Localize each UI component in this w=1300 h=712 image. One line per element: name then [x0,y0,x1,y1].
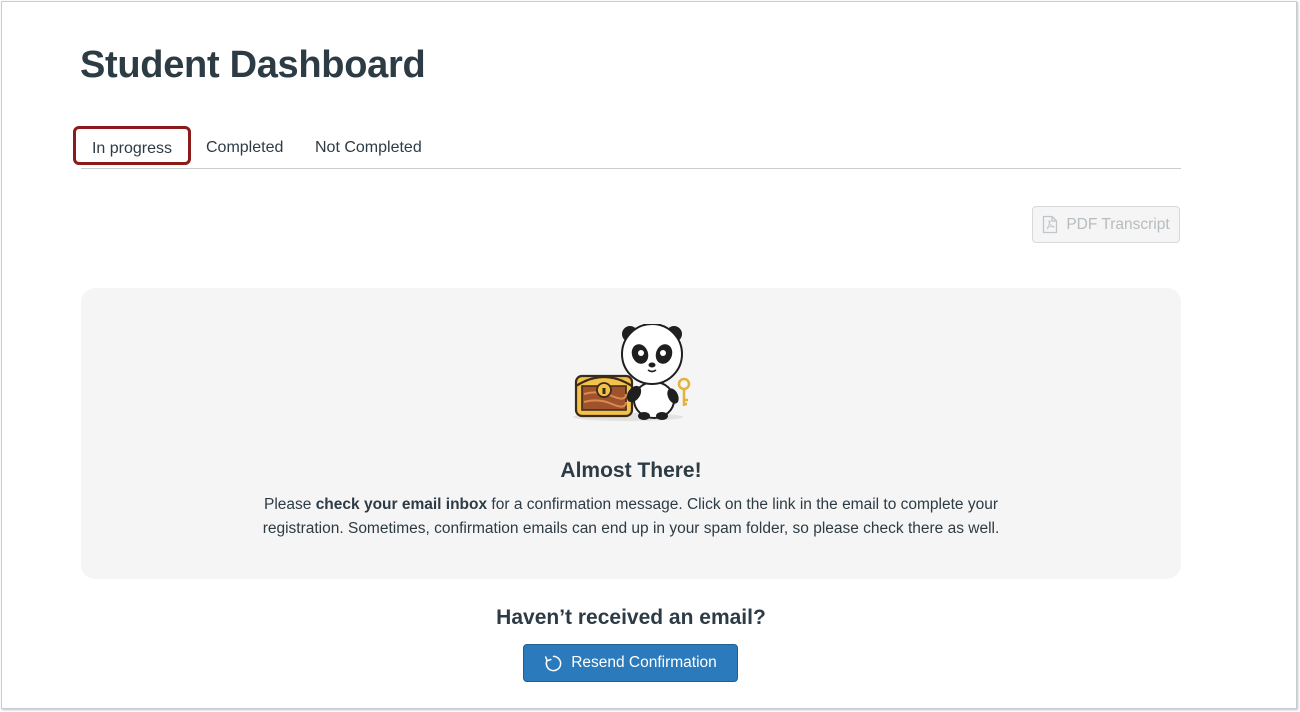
pdf-transcript-label: PDF Transcript [1066,215,1170,233]
tab-in-progress[interactable]: In progress [73,126,191,165]
confirmation-card: Almost There! Please check your email in… [81,288,1181,579]
resend-heading: Haven’t received an email? [496,606,766,629]
resend-confirmation-label: Resend Confirmation [571,654,717,671]
pdf-transcript-button[interactable]: PDF Transcript [1032,206,1180,243]
message-prefix: Please [263,496,316,513]
tab-bar: In progress Completed Not Completed [73,126,1181,169]
browser-frame: Student Dashboard In progress Completed … [1,1,1297,709]
message-emphasis: check your email inbox [315,496,488,513]
refresh-icon [544,654,563,673]
tab-completed[interactable]: Completed [206,127,283,167]
card-message: Please check your email inbox for a conf… [251,493,1011,541]
page-title: Student Dashboard [80,44,426,86]
tab-not-completed[interactable]: Not Completed [315,127,422,167]
resend-confirmation-button[interactable]: Resend Confirmation [523,644,738,682]
card-title: Almost There! [560,459,702,482]
pdf-file-icon [1042,215,1058,234]
panda-treasure-chest-illustration [570,323,696,424]
